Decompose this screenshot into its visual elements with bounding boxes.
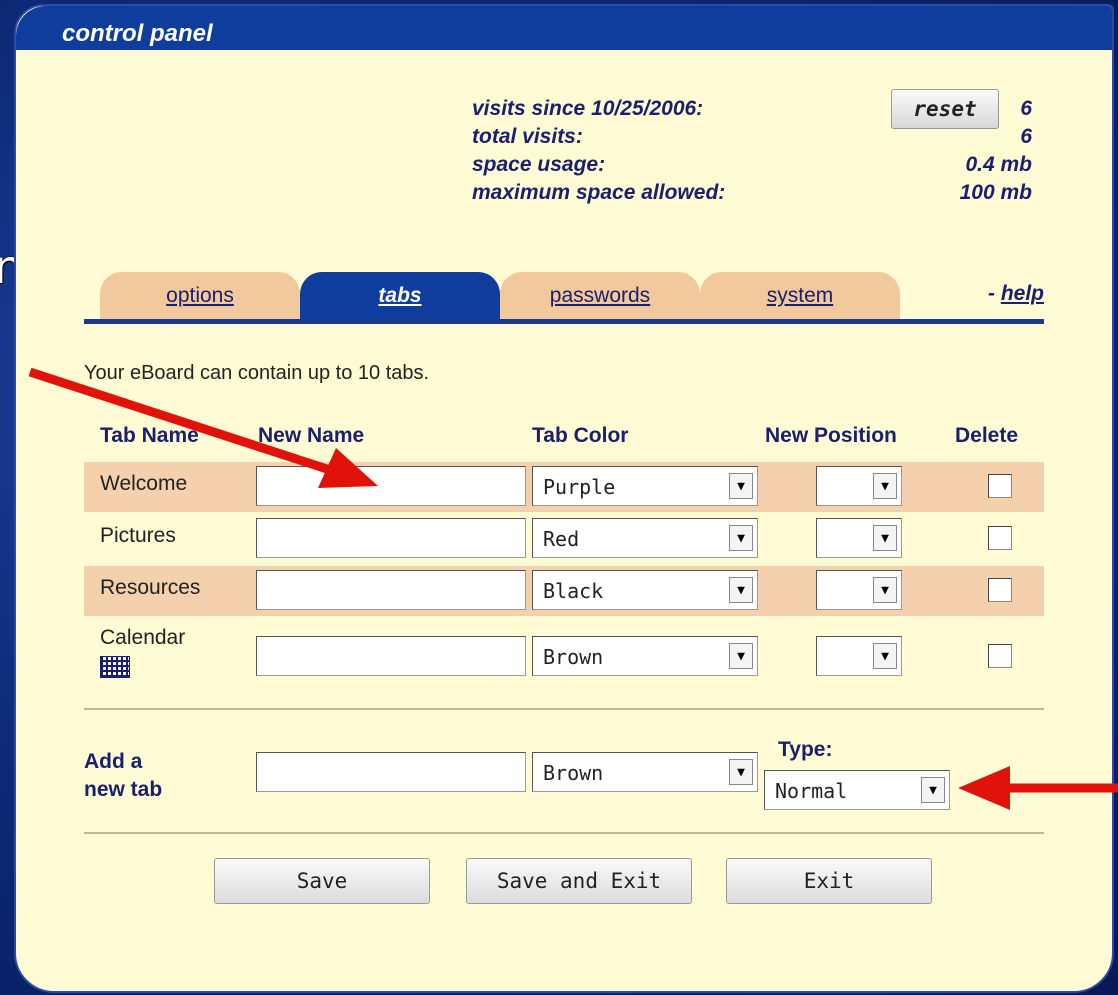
delete-checkbox[interactable] bbox=[988, 644, 1012, 668]
visits-since-label: visits since 10/25/2006: bbox=[472, 97, 704, 120]
type-value: Normal bbox=[775, 779, 848, 803]
chevron-down-icon: ▼ bbox=[729, 525, 753, 551]
new-name-input[interactable] bbox=[256, 518, 526, 558]
panel-title: control panel bbox=[62, 20, 213, 47]
delete-checkbox[interactable] bbox=[988, 526, 1012, 550]
new-name-input[interactable] bbox=[256, 466, 526, 506]
tab-options[interactable]: options bbox=[100, 272, 300, 319]
new-position-select[interactable]: ▼ bbox=[816, 518, 902, 558]
save-and-exit-button[interactable]: Save and Exit bbox=[466, 858, 692, 904]
total-visits-value: 6 bbox=[1020, 125, 1032, 148]
total-visits-label: total visits: bbox=[472, 125, 583, 148]
max-space-value: 100 mb bbox=[959, 181, 1032, 204]
tab-color-select[interactable]: Purple ▼ bbox=[532, 466, 758, 506]
help-prefix: - bbox=[988, 282, 1001, 305]
visits-since-value: 6 bbox=[1020, 97, 1032, 120]
type-select[interactable]: Normal ▼ bbox=[764, 770, 950, 810]
add-tab-color-select[interactable]: Brown ▼ bbox=[532, 752, 758, 792]
new-name-input[interactable] bbox=[256, 570, 526, 610]
add-tab-label: Add a new tab bbox=[84, 748, 162, 804]
chevron-down-icon: ▼ bbox=[921, 777, 945, 803]
divider bbox=[84, 708, 1044, 710]
tab-passwords[interactable]: passwords bbox=[500, 272, 700, 319]
tab-color-value: Brown bbox=[543, 645, 604, 669]
tab-color-select[interactable]: Brown ▼ bbox=[532, 636, 758, 676]
new-name-input[interactable] bbox=[256, 636, 526, 676]
tab-color-select[interactable]: Black ▼ bbox=[532, 570, 758, 610]
row-tab-name: Pictures bbox=[100, 524, 176, 547]
chevron-down-icon: ▼ bbox=[729, 759, 753, 785]
max-space-label: maximum space allowed: bbox=[472, 181, 726, 204]
chevron-down-icon: ▼ bbox=[873, 525, 897, 551]
table-row: Resources Black ▼ ▼ bbox=[84, 566, 1044, 616]
add-tab-label-line2: new tab bbox=[84, 778, 163, 801]
row-tab-name: Resources bbox=[100, 576, 201, 599]
header-tab-name: Tab Name bbox=[100, 424, 199, 447]
tab-bar: options tabs passwords system - help bbox=[84, 268, 1044, 324]
add-tab-color-value: Brown bbox=[543, 761, 604, 785]
header-tab-color: Tab Color bbox=[532, 424, 629, 447]
save-button[interactable]: Save bbox=[214, 858, 430, 904]
delete-checkbox[interactable] bbox=[988, 474, 1012, 498]
row-tab-name: Calendar bbox=[100, 626, 186, 649]
row-tab-name: Welcome bbox=[100, 472, 188, 495]
header-delete: Delete bbox=[955, 424, 1019, 447]
type-label: Type: bbox=[778, 738, 833, 761]
header-new-name: New Name bbox=[258, 424, 365, 447]
space-usage-label: space usage: bbox=[472, 153, 606, 176]
divider bbox=[84, 832, 1044, 834]
add-tab-name-input[interactable] bbox=[256, 752, 526, 792]
chevron-down-icon: ▼ bbox=[873, 577, 897, 603]
chevron-down-icon: ▼ bbox=[729, 473, 753, 499]
new-position-select[interactable]: ▼ bbox=[816, 466, 902, 506]
space-usage-value: 0.4 mb bbox=[965, 153, 1032, 176]
reset-button[interactable]: reset bbox=[891, 89, 999, 129]
help-link[interactable]: - help bbox=[988, 282, 1044, 306]
chevron-down-icon: ▼ bbox=[729, 643, 753, 669]
table-row: Pictures Red ▼ ▼ bbox=[84, 514, 1044, 564]
add-tab-label-line1: Add a bbox=[84, 750, 143, 773]
tab-color-select[interactable]: Red ▼ bbox=[532, 518, 758, 558]
tab-color-value: Black bbox=[543, 579, 604, 603]
tab-bar-baseline bbox=[84, 319, 1044, 324]
calendar-icon[interactable] bbox=[100, 656, 130, 678]
help-label[interactable]: help bbox=[1001, 282, 1044, 305]
chevron-down-icon: ▼ bbox=[873, 643, 897, 669]
new-position-select[interactable]: ▼ bbox=[816, 570, 902, 610]
table-row: Calendar Brown ▼ ▼ bbox=[84, 620, 1044, 694]
tab-limit-info: Your eBoard can contain up to 10 tabs. bbox=[84, 362, 430, 384]
tab-color-value: Purple bbox=[543, 475, 616, 499]
exit-button[interactable]: Exit bbox=[726, 858, 932, 904]
new-position-select[interactable]: ▼ bbox=[816, 636, 902, 676]
tab-color-value: Red bbox=[543, 527, 580, 551]
table-row: Welcome Purple ▼ ▼ bbox=[84, 462, 1044, 512]
delete-checkbox[interactable] bbox=[988, 578, 1012, 602]
tab-tabs[interactable]: tabs bbox=[300, 272, 500, 319]
chevron-down-icon: ▼ bbox=[873, 473, 897, 499]
stats-block: visits since 10/25/2006: reset 6 total v… bbox=[472, 89, 1032, 209]
chevron-down-icon: ▼ bbox=[729, 577, 753, 603]
tab-system[interactable]: system bbox=[700, 272, 900, 319]
header-new-position: New Position bbox=[765, 424, 897, 447]
panel-header: control panel bbox=[16, 6, 1112, 50]
